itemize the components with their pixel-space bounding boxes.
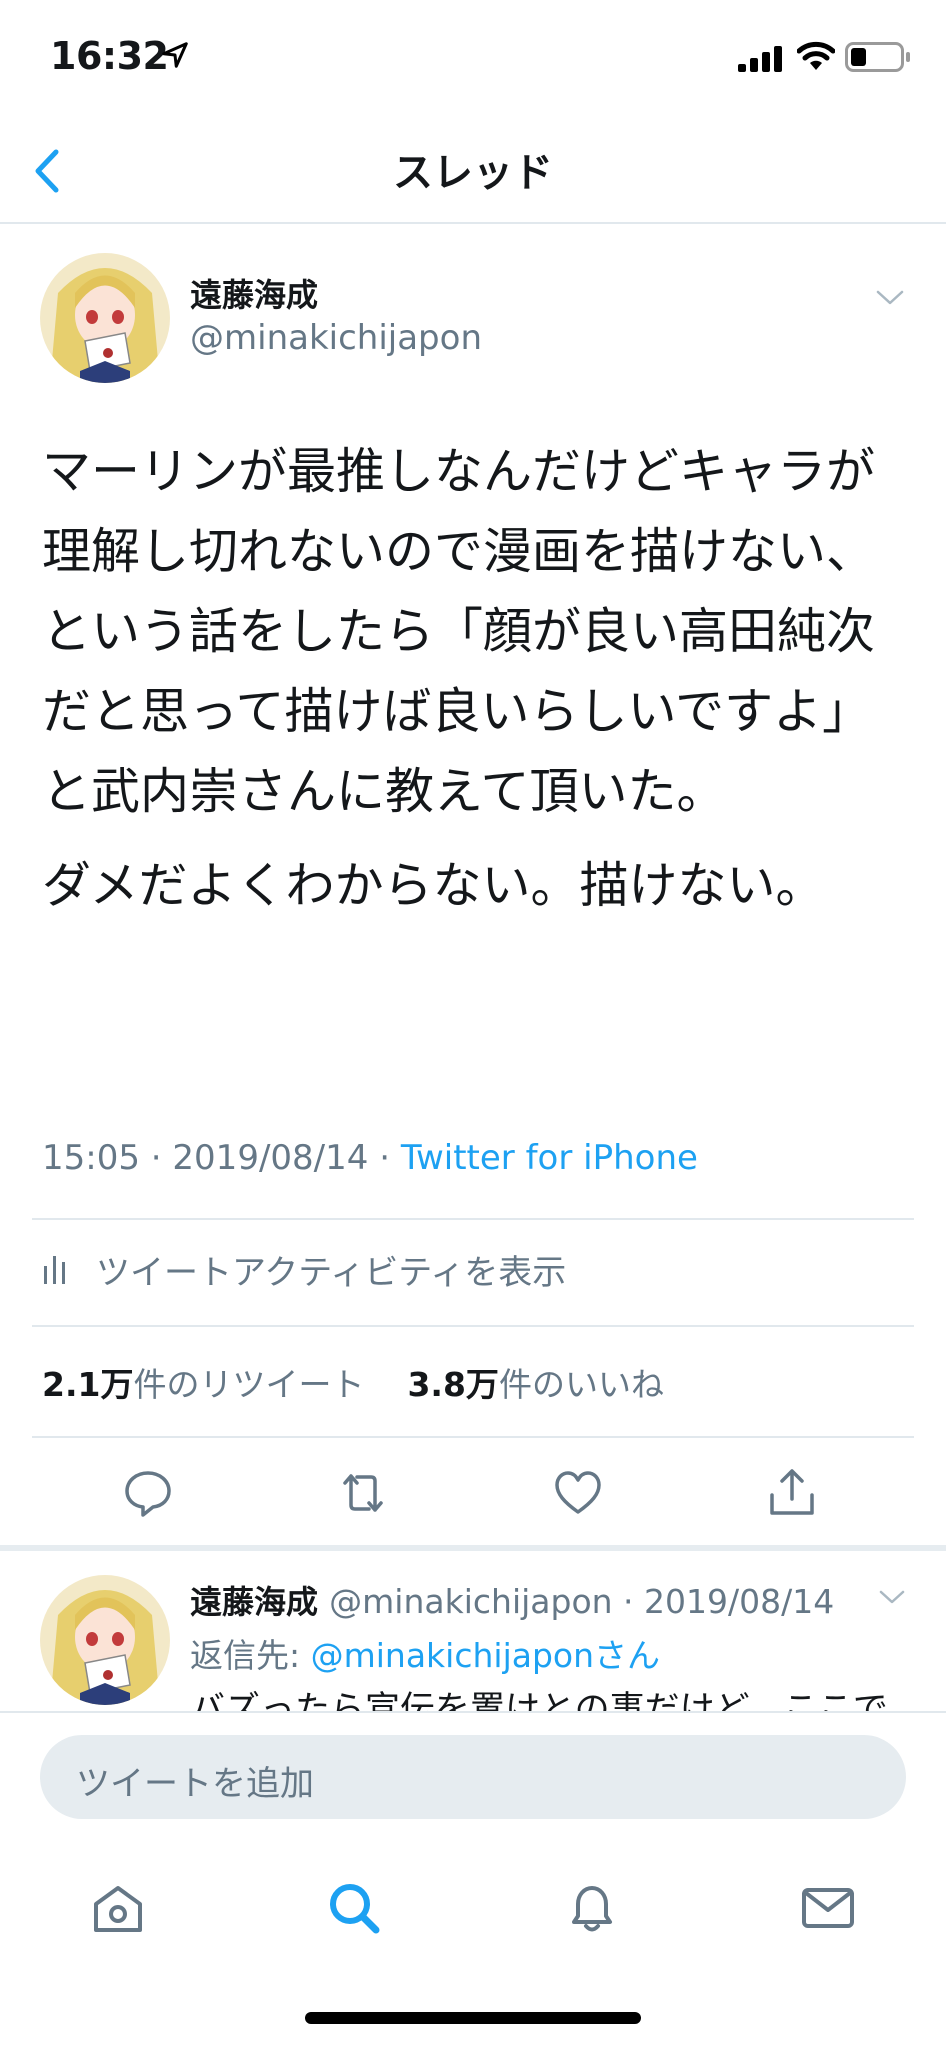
compose-bar: ツイートを追加 <box>0 1711 946 1848</box>
like-icon[interactable] <box>550 1465 606 1521</box>
reply-icon[interactable] <box>120 1465 176 1521</box>
tweet-paragraph: マーリンが最推しなんだけどキャラが理解し切れないので漫画を描けない、という話をし… <box>42 443 876 820</box>
like-stat[interactable]: 3.8万件のいいね <box>407 1365 663 1404</box>
wifi-icon <box>797 41 835 70</box>
author-handle[interactable]: @minakichijapon <box>190 318 482 358</box>
home-icon[interactable] <box>86 1876 150 1940</box>
reply-to: 返信先: @minakichijaponさん <box>190 1636 661 1675</box>
signal-icon <box>738 46 782 72</box>
search-icon[interactable] <box>322 1876 386 1940</box>
location-arrow-icon <box>162 42 188 68</box>
analytics-icon <box>44 1256 65 1284</box>
reply-author-name[interactable]: 遠藤海成 <box>190 1583 318 1621</box>
reply-mention-link[interactable]: @minakichijaponさん <box>311 1636 660 1675</box>
avatar[interactable] <box>40 253 170 383</box>
tweet-date: 2019/08/14 <box>172 1138 369 1178</box>
nav-bar: スレッド <box>0 110 946 224</box>
reply-tweet[interactable]: 遠藤海成 @minakichijapon · 2019/08/14 返信先: @… <box>0 1551 946 1711</box>
notifications-icon[interactable] <box>560 1876 624 1940</box>
author-name[interactable]: 遠藤海成 <box>190 270 318 316</box>
home-indicator <box>305 2012 641 2024</box>
retweet-stat[interactable]: 2.1万件のリツイート <box>42 1365 364 1404</box>
reply-text: バズったら宣伝を置けとの事だけど、ここで <box>190 1690 888 1711</box>
chevron-down-icon[interactable] <box>878 1589 906 1607</box>
tweet-meta: 15:05 · 2019/08/14 · Twitter for iPhone <box>42 1138 698 1178</box>
avatar[interactable] <box>40 1575 170 1705</box>
reply-author-line: 遠藤海成 @minakichijapon · 2019/08/14 <box>190 1582 835 1621</box>
tweet-paragraph: ダメだよくわからない。描けない。 <box>42 857 825 914</box>
status-bar: 16:32 <box>0 0 946 110</box>
page-title: スレッド <box>393 150 553 196</box>
divider <box>32 1436 914 1438</box>
tab-bar <box>0 1846 946 2048</box>
battery-icon <box>845 42 910 72</box>
share-icon[interactable] <box>764 1465 820 1521</box>
compose-input[interactable]: ツイートを追加 <box>40 1735 906 1819</box>
reply-author-handle[interactable]: @minakichijapon <box>329 1582 612 1621</box>
status-time: 16:32 <box>50 34 169 78</box>
tweet-source-link[interactable]: Twitter for iPhone <box>401 1138 698 1178</box>
messages-icon[interactable] <box>796 1876 860 1940</box>
retweet-icon[interactable] <box>335 1465 391 1521</box>
tweet-stats: 2.1万件のリツイート 3.8万件のいいね <box>42 1358 664 1406</box>
divider <box>32 1325 914 1327</box>
reply-date: 2019/08/14 <box>644 1582 835 1621</box>
tweet-time: 15:05 <box>42 1138 140 1178</box>
chevron-down-icon[interactable] <box>875 288 905 308</box>
divider <box>32 1218 914 1220</box>
compose-placeholder: ツイートを追加 <box>76 1764 314 1804</box>
tweet-activity-link[interactable]: ツイートアクティビティを表示 <box>96 1245 566 1294</box>
tweet-text: マーリンが最推しなんだけどキャラが理解し切れないので漫画を描けない、という話をし… <box>42 432 912 940</box>
